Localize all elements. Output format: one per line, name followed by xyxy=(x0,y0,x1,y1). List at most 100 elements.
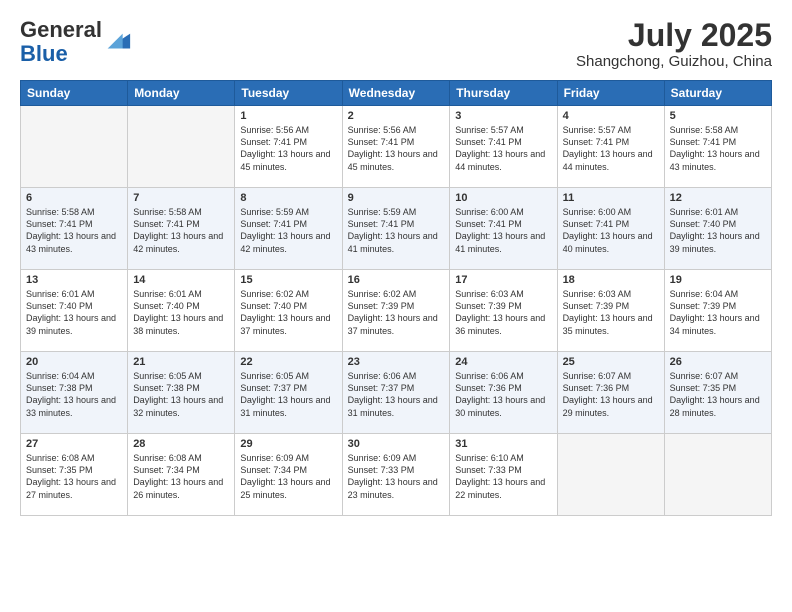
day-number: 3 xyxy=(455,110,551,122)
logo-general-text: General xyxy=(20,17,102,42)
col-saturday: Saturday xyxy=(664,81,771,106)
day-number: 8 xyxy=(240,192,336,204)
table-row: 19 Sunrise: 6:04 AMSunset: 7:39 PMDayligh… xyxy=(664,270,771,352)
table-row: 17Sunrise: 6:03 AMSunset: 7:39 PMDayligh… xyxy=(450,270,557,352)
table-row: 4 Sunrise: 5:57 AMSunset: 7:41 PMDaylight… xyxy=(557,106,664,188)
day-info: Sunrise: 6:04 AMSunset: 7:38 PMDaylight:… xyxy=(26,370,122,419)
table-row: 27 Sunrise: 6:08 AMSunset: 7:35 PMDayligh… xyxy=(21,434,128,516)
day-number: 19 xyxy=(670,274,766,286)
table-row xyxy=(128,106,235,188)
day-info: Sunrise: 6:01 AMSunset: 7:40 PMDaylight:… xyxy=(670,206,766,255)
day-number: 14 xyxy=(133,274,229,286)
day-info: Sunrise: 6:01 AMSunset: 7:40 PMDaylight:… xyxy=(26,288,122,337)
day-info: Sunrise: 5:58 AMSunset: 7:41 PMDaylight:… xyxy=(133,206,229,255)
table-row: 26 Sunrise: 6:07 AMSunset: 7:35 PMDayligh… xyxy=(664,352,771,434)
table-row: 13 Sunrise: 6:01 AMSunset: 7:40 PMDayligh… xyxy=(21,270,128,352)
table-row: 20 Sunrise: 6:04 AMSunset: 7:38 PMDayligh… xyxy=(21,352,128,434)
day-info: Sunrise: 6:06 AMSunset: 7:36 PMDaylight:… xyxy=(455,370,551,419)
day-number: 29 xyxy=(240,438,336,450)
table-row: 21 Sunrise: 6:05 AMSunset: 7:38 PMDayligh… xyxy=(128,352,235,434)
day-info: Sunrise: 6:10 AMSunset: 7:33 PMDaylight:… xyxy=(455,452,551,501)
col-monday: Monday xyxy=(128,81,235,106)
day-info: Sunrise: 6:00 AMSunset: 7:41 PMDaylight:… xyxy=(563,206,659,255)
table-row: 30 Sunrise: 6:09 AMSunset: 7:33 PMDayligh… xyxy=(342,434,450,516)
calendar-week-row: 6 Sunrise: 5:58 AMSunset: 7:41 PMDaylight… xyxy=(21,188,772,270)
day-info: Sunrise: 6:08 AMSunset: 7:34 PMDaylight:… xyxy=(133,452,229,501)
table-row: 16 Sunrise: 6:02 AMSunset: 7:39 PMDayligh… xyxy=(342,270,450,352)
day-number: 11 xyxy=(563,192,659,204)
table-row: 3 Sunrise: 5:57 AMSunset: 7:41 PMDaylight… xyxy=(450,106,557,188)
day-info: Sunrise: 6:07 AMSunset: 7:36 PMDaylight:… xyxy=(563,370,659,419)
day-number: 31 xyxy=(455,438,551,450)
title-block: July 2025 Shangchong, Guizhou, China xyxy=(576,18,772,70)
table-row: 22 Sunrise: 6:05 AMSunset: 7:37 PMDayligh… xyxy=(235,352,342,434)
calendar-week-row: 27 Sunrise: 6:08 AMSunset: 7:35 PMDayligh… xyxy=(21,434,772,516)
day-number: 16 xyxy=(348,274,445,286)
day-number: 23 xyxy=(348,356,445,368)
day-info: Sunrise: 5:59 AMSunset: 7:41 PMDaylight:… xyxy=(348,206,445,255)
day-number: 6 xyxy=(26,192,122,204)
day-number: 2 xyxy=(348,110,445,122)
day-info: Sunrise: 6:03 AMSunset: 7:39 PMDaylight:… xyxy=(563,288,659,337)
day-info: Sunrise: 5:57 AMSunset: 7:41 PMDaylight:… xyxy=(563,124,659,173)
logo-blue-text: Blue xyxy=(20,41,68,66)
table-row xyxy=(557,434,664,516)
logo: General Blue xyxy=(20,18,132,66)
col-thursday: Thursday xyxy=(450,81,557,106)
day-info: Sunrise: 6:00 AMSunset: 7:41 PMDaylight:… xyxy=(455,206,551,255)
day-info: Sunrise: 5:57 AMSunset: 7:41 PMDaylight:… xyxy=(455,124,551,173)
table-row: 24 Sunrise: 6:06 AMSunset: 7:36 PMDayligh… xyxy=(450,352,557,434)
location: Shangchong, Guizhou, China xyxy=(576,53,772,70)
col-wednesday: Wednesday xyxy=(342,81,450,106)
day-info: Sunrise: 6:01 AMSunset: 7:40 PMDaylight:… xyxy=(133,288,229,337)
calendar-week-row: 1Sunrise: 5:56 AMSunset: 7:41 PMDaylight… xyxy=(21,106,772,188)
table-row: 7 Sunrise: 5:58 AMSunset: 7:41 PMDaylight… xyxy=(128,188,235,270)
header: General Blue July 2025 Shangchong, Guizh… xyxy=(20,18,772,70)
month-year: July 2025 xyxy=(576,18,772,53)
day-info: Sunrise: 6:05 AMSunset: 7:37 PMDaylight:… xyxy=(240,370,336,419)
table-row: 9Sunrise: 5:59 AMSunset: 7:41 PMDaylight… xyxy=(342,188,450,270)
day-number: 18 xyxy=(563,274,659,286)
table-row: 2 Sunrise: 5:56 AMSunset: 7:41 PMDaylight… xyxy=(342,106,450,188)
day-info: Sunrise: 6:04 AMSunset: 7:39 PMDaylight:… xyxy=(670,288,766,337)
table-row: 8 Sunrise: 5:59 AMSunset: 7:41 PMDaylight… xyxy=(235,188,342,270)
day-number: 5 xyxy=(670,110,766,122)
day-number: 15 xyxy=(240,274,336,286)
day-info: Sunrise: 6:09 AMSunset: 7:33 PMDaylight:… xyxy=(348,452,445,501)
calendar-header-row: Sunday Monday Tuesday Wednesday Thursday… xyxy=(21,81,772,106)
day-number: 24 xyxy=(455,356,551,368)
table-row xyxy=(664,434,771,516)
day-number: 26 xyxy=(670,356,766,368)
day-info: Sunrise: 6:02 AMSunset: 7:39 PMDaylight:… xyxy=(348,288,445,337)
day-info: Sunrise: 6:09 AMSunset: 7:34 PMDaylight:… xyxy=(240,452,336,501)
table-row: 25Sunrise: 6:07 AMSunset: 7:36 PMDayligh… xyxy=(557,352,664,434)
day-number: 4 xyxy=(563,110,659,122)
day-info: Sunrise: 6:08 AMSunset: 7:35 PMDaylight:… xyxy=(26,452,122,501)
day-number: 17 xyxy=(455,274,551,286)
table-row: 11 Sunrise: 6:00 AMSunset: 7:41 PMDayligh… xyxy=(557,188,664,270)
table-row: 14 Sunrise: 6:01 AMSunset: 7:40 PMDayligh… xyxy=(128,270,235,352)
day-number: 13 xyxy=(26,274,122,286)
day-info: Sunrise: 5:56 AMSunset: 7:41 PMDaylight:… xyxy=(348,124,445,173)
day-number: 30 xyxy=(348,438,445,450)
day-number: 22 xyxy=(240,356,336,368)
table-row: 31 Sunrise: 6:10 AMSunset: 7:33 PMDayligh… xyxy=(450,434,557,516)
day-info: Sunrise: 5:58 AMSunset: 7:41 PMDaylight:… xyxy=(26,206,122,255)
table-row: 5 Sunrise: 5:58 AMSunset: 7:41 PMDaylight… xyxy=(664,106,771,188)
day-info: Sunrise: 5:56 AMSunset: 7:41 PMDaylight:… xyxy=(240,124,336,173)
table-row: 1Sunrise: 5:56 AMSunset: 7:41 PMDaylight… xyxy=(235,106,342,188)
table-row: 29 Sunrise: 6:09 AMSunset: 7:34 PMDayligh… xyxy=(235,434,342,516)
day-number: 7 xyxy=(133,192,229,204)
day-info: Sunrise: 6:07 AMSunset: 7:35 PMDaylight:… xyxy=(670,370,766,419)
table-row: 15 Sunrise: 6:02 AMSunset: 7:40 PMDayligh… xyxy=(235,270,342,352)
day-number: 10 xyxy=(455,192,551,204)
day-number: 21 xyxy=(133,356,229,368)
day-info: Sunrise: 5:58 AMSunset: 7:41 PMDaylight:… xyxy=(670,124,766,173)
table-row: 6 Sunrise: 5:58 AMSunset: 7:41 PMDaylight… xyxy=(21,188,128,270)
day-info: Sunrise: 6:05 AMSunset: 7:38 PMDaylight:… xyxy=(133,370,229,419)
day-number: 20 xyxy=(26,356,122,368)
day-number: 27 xyxy=(26,438,122,450)
day-info: Sunrise: 5:59 AMSunset: 7:41 PMDaylight:… xyxy=(240,206,336,255)
day-info: Sunrise: 6:02 AMSunset: 7:40 PMDaylight:… xyxy=(240,288,336,337)
day-number: 28 xyxy=(133,438,229,450)
